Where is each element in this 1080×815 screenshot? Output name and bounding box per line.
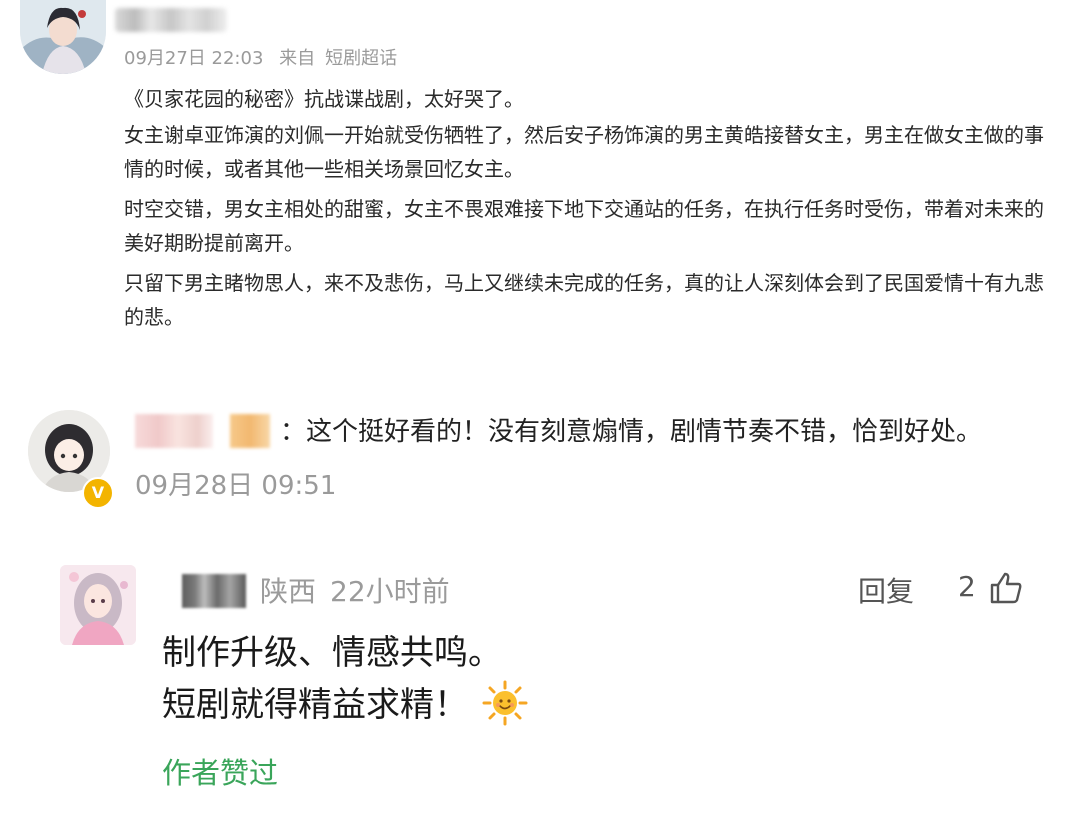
replier-avatar[interactable] (60, 565, 136, 645)
post-author-avatar[interactable] (20, 0, 106, 74)
comment-text: ：这个挺好看的！没有刻意煽情，剧情节奏不错，恰到好处。 (280, 417, 983, 447)
reply-line-text: 短剧就得精益求精！ (162, 685, 468, 725)
comment-time: 09月28日 09:51 (135, 471, 337, 501)
author-liked-label: 作者赞过 (162, 756, 279, 790)
reply-line: 制作升级、情感共鸣。 (162, 633, 502, 673)
post-date: 09月27日 22:03 (124, 48, 264, 69)
post-source-prefix: 来自 (279, 48, 316, 69)
commenter-name-blurred-2[interactable] (230, 414, 270, 448)
verified-badge-icon: V (82, 477, 114, 509)
replier-name-blurred[interactable] (182, 574, 246, 608)
reply-time: 22小时前 (330, 575, 450, 608)
post-body: 《贝家花园的秘密》抗战谍战剧，太好哭了。 女主谢卓亚饰演的刘佩一开始就受伤牺牲了… (124, 82, 1054, 340)
commenter-name-blurred[interactable] (135, 414, 213, 448)
like-count: 2 (958, 570, 976, 603)
reply-line-2: 短剧就得精益求精！ (162, 680, 528, 732)
reply-text: 制作升级、情感共鸣。 短剧就得精益求精！ (162, 628, 528, 732)
reply-button[interactable]: 回复 (858, 570, 914, 610)
post-author-name-blurred[interactable] (115, 8, 227, 32)
post-paragraph: 只留下男主睹物思人，来不及悲伤，马上又继续未完成的任务，真的让人深刻体会到了民国… (124, 271, 1044, 329)
thumbs-up-icon[interactable] (988, 570, 1024, 606)
post-paragraph: 《贝家花园的秘密》抗战谍战剧，太好哭了。 (124, 87, 524, 111)
reply-location: 陕西 (260, 575, 317, 608)
sun-emoji-icon (482, 680, 528, 726)
post-paragraph: 时空交错，男女主相处的甜蜜，女主不畏艰难接下地下交通站的任务，在执行任务时受伤，… (124, 197, 1044, 255)
post-source-link[interactable]: 短剧超话 (325, 48, 397, 69)
post-paragraph: 女主谢卓亚饰演的刘佩一开始就受伤牺牲了，然后安子杨饰演的男主黄皓接替女主，男主在… (124, 123, 1044, 181)
reply-meta: 陕西 22小时前 (260, 570, 464, 610)
post-meta: 09月27日 22:03 来自 短剧超话 (124, 44, 407, 70)
